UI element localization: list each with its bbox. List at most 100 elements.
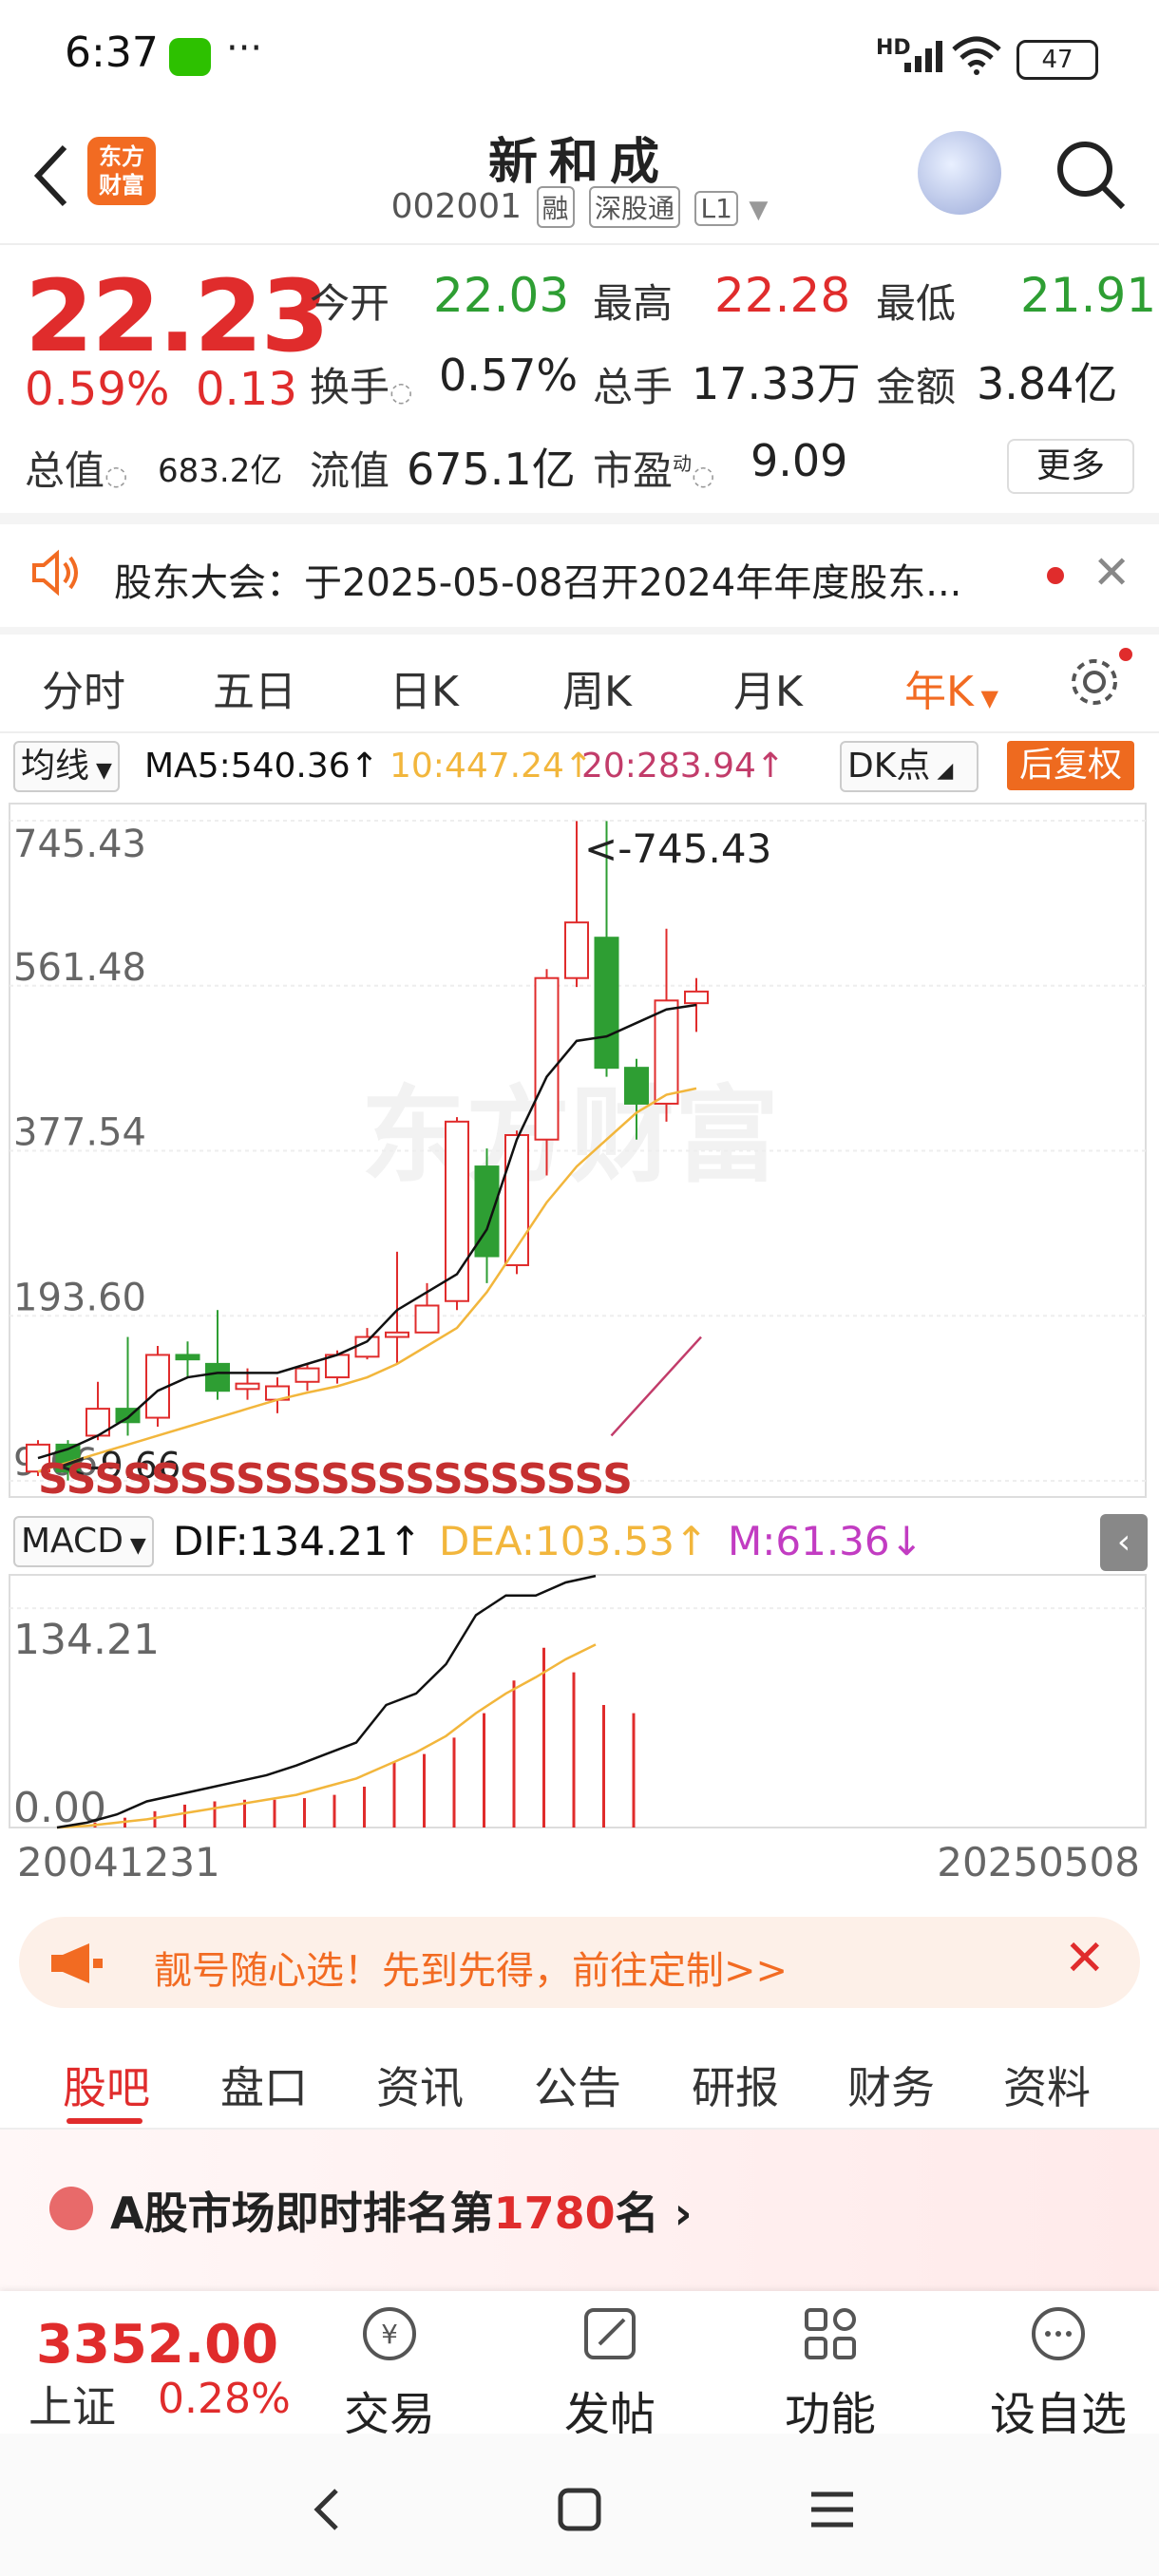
wifi-icon: [952, 36, 1001, 75]
tab-month-k[interactable]: 月K: [733, 657, 803, 718]
tab-order-book[interactable]: 盘口: [220, 2054, 308, 2116]
margin-badge: 融: [536, 186, 575, 228]
y-tick-label: 377.54: [13, 1111, 146, 1155]
macd-select[interactable]: MACD ▼: [13, 1516, 154, 1567]
kline-chart[interactable]: 东方财富745.43561.48377.54193.609.66<-745.43…: [0, 802, 1150, 1505]
candle-body: [594, 937, 619, 1070]
close-icon[interactable]: ✕: [1092, 546, 1130, 599]
ranking-text: A股市场即时排名第1780名 ›: [110, 2188, 693, 2239]
index-value: 3352.00: [36, 2314, 279, 2376]
candle-body: [235, 1382, 260, 1391]
y-tick-label: 0.00: [13, 1784, 106, 1829]
max-price-label: <-745.43: [584, 825, 771, 872]
turnover-label[interactable]: 换手◌: [310, 355, 412, 413]
low-label: 最低: [876, 280, 957, 327]
tab-week-k[interactable]: 周K: [562, 657, 632, 718]
turnover-value: 0.57%: [439, 350, 579, 401]
nav-menu-icon[interactable]: [804, 2481, 861, 2538]
quote-panel: 22.23 0.59% 0.13 今开 22.03 最高 22.28 最低 21…: [0, 249, 1159, 510]
ma-select[interactable]: 均线 ▼: [13, 741, 120, 792]
grid-icon: [805, 2308, 856, 2359]
promo-text: 靓号随心选！先到先得，前往定制>>: [154, 1949, 788, 1993]
dif-value: DIF:134.21↑: [173, 1518, 422, 1564]
connect-badge: 深股通: [589, 186, 681, 228]
candle-body: [654, 999, 679, 1105]
stock-code: 002001: [390, 187, 522, 226]
candle-body: [294, 1367, 320, 1383]
market-cap-label[interactable]: 总值◌: [25, 439, 127, 497]
stock-header: 东方 财富 新和成 002001 融 深股通 L1 ▼: [0, 114, 1159, 242]
system-nav-bar: [0, 2434, 1159, 2576]
tab-forum[interactable]: 股吧: [63, 2054, 150, 2116]
candle-body: [534, 976, 560, 1141]
pe-value: 9.09: [750, 435, 848, 486]
tab-profile[interactable]: 资料: [1003, 2054, 1091, 2116]
tab-day-k[interactable]: 日K: [390, 657, 459, 718]
gear-icon[interactable]: [1066, 653, 1123, 710]
watermark: 东方财富: [361, 1075, 779, 1197]
tab-five-day[interactable]: 五日: [213, 657, 296, 718]
speaker-icon: [32, 549, 78, 597]
add-watchlist-button[interactable]: 设自选: [982, 2301, 1134, 2443]
search-icon[interactable]: [1053, 137, 1129, 213]
change-value: 0.13: [196, 363, 297, 416]
float-cap-label: 流值: [310, 447, 390, 494]
settings-dot: [1119, 648, 1132, 661]
open-value: 22.03: [433, 268, 570, 323]
ma-indicator-bar: 均线 ▼ MA5:540.36↑ 10:447.24↑ 20:283.94↑ D…: [0, 737, 1159, 800]
more-button[interactable]: 更多: [1007, 439, 1134, 494]
more-icon: [1032, 2307, 1085, 2360]
ma5-value: MA5:540.36↑: [144, 747, 379, 786]
notice-bar[interactable]: 股东大会：于2025-05-08召开2024年年度股东... ✕: [0, 518, 1159, 627]
volume-label: 总手: [593, 364, 674, 410]
promo-banner[interactable]: 靓号随心选！先到先得，前往定制>> ✕: [19, 1917, 1140, 2008]
content-tabs: 股吧 盘口 资讯 公告 研报 财务 资料: [0, 2023, 1159, 2130]
tab-news[interactable]: 资讯: [376, 2054, 464, 2116]
nav-home-icon[interactable]: [551, 2481, 608, 2538]
high-value: 22.28: [714, 268, 851, 323]
start-date: 20041231: [17, 1839, 220, 1885]
trade-button[interactable]: ¥ 交易: [323, 2301, 456, 2443]
adjust-button[interactable]: 后复权: [1007, 741, 1134, 790]
tab-year-k[interactable]: 年K ▼: [904, 657, 998, 718]
y-tick-label: 134.21: [13, 1616, 160, 1664]
collapse-panel-button[interactable]: ‹: [1100, 1514, 1148, 1571]
float-cap-value: 675.1亿: [407, 444, 576, 495]
svg-text:¥: ¥: [381, 2319, 398, 2350]
status-more-icon: ···: [226, 27, 263, 70]
tab-intraday[interactable]: 分时: [42, 657, 125, 718]
close-icon[interactable]: ✕: [1064, 1930, 1106, 1987]
y-tick-label: 561.48: [13, 946, 146, 990]
pe-label[interactable]: 市盈动◌: [593, 439, 714, 497]
candle-body: [624, 1067, 649, 1105]
battery-icon: 47: [1016, 40, 1098, 80]
market-cap-value: 683.2亿: [158, 452, 283, 490]
assistant-avatar[interactable]: [918, 131, 1001, 215]
low-value: 21.91: [1020, 268, 1157, 323]
candle-body: [175, 1354, 200, 1361]
tab-announcements[interactable]: 公告: [534, 2054, 621, 2116]
end-date: 20250508: [937, 1839, 1140, 1885]
candle-body: [205, 1362, 230, 1392]
chevron-down-icon: ▼: [973, 685, 998, 711]
active-tab-indicator: [66, 2118, 142, 2124]
nav-back-icon[interactable]: [300, 2481, 357, 2538]
ma20-value: 20:283.94↑: [581, 747, 786, 786]
high-label: 最高: [593, 280, 674, 327]
m-value: M:61.36↓: [728, 1518, 923, 1564]
tab-research[interactable]: 研报: [692, 2054, 779, 2116]
edit-icon: [584, 2308, 636, 2359]
notice-text: 股东大会：于2025-05-08召开2024年年度股东...: [114, 561, 962, 605]
status-bar: 6:37 ··· HD 47: [0, 0, 1159, 114]
functions-button[interactable]: 功能: [764, 2301, 897, 2443]
current-price: 22.23: [25, 258, 330, 374]
tab-finance[interactable]: 财务: [847, 2054, 935, 2116]
post-button[interactable]: 发帖: [543, 2301, 676, 2443]
bottom-bar: 3352.00 上证 0.28% ¥ 交易 发帖 功能 设自选: [0, 2291, 1159, 2441]
ranking-card[interactable]: A股市场即时排名第1780名 ›: [0, 2130, 1159, 2291]
candle-body: [414, 1304, 440, 1334]
dk-select[interactable]: DK点 ◢: [840, 741, 978, 792]
megaphone-icon: [51, 1943, 103, 1983]
change-percent: 0.59%: [25, 363, 170, 416]
y-tick-label: 745.43: [13, 823, 146, 866]
